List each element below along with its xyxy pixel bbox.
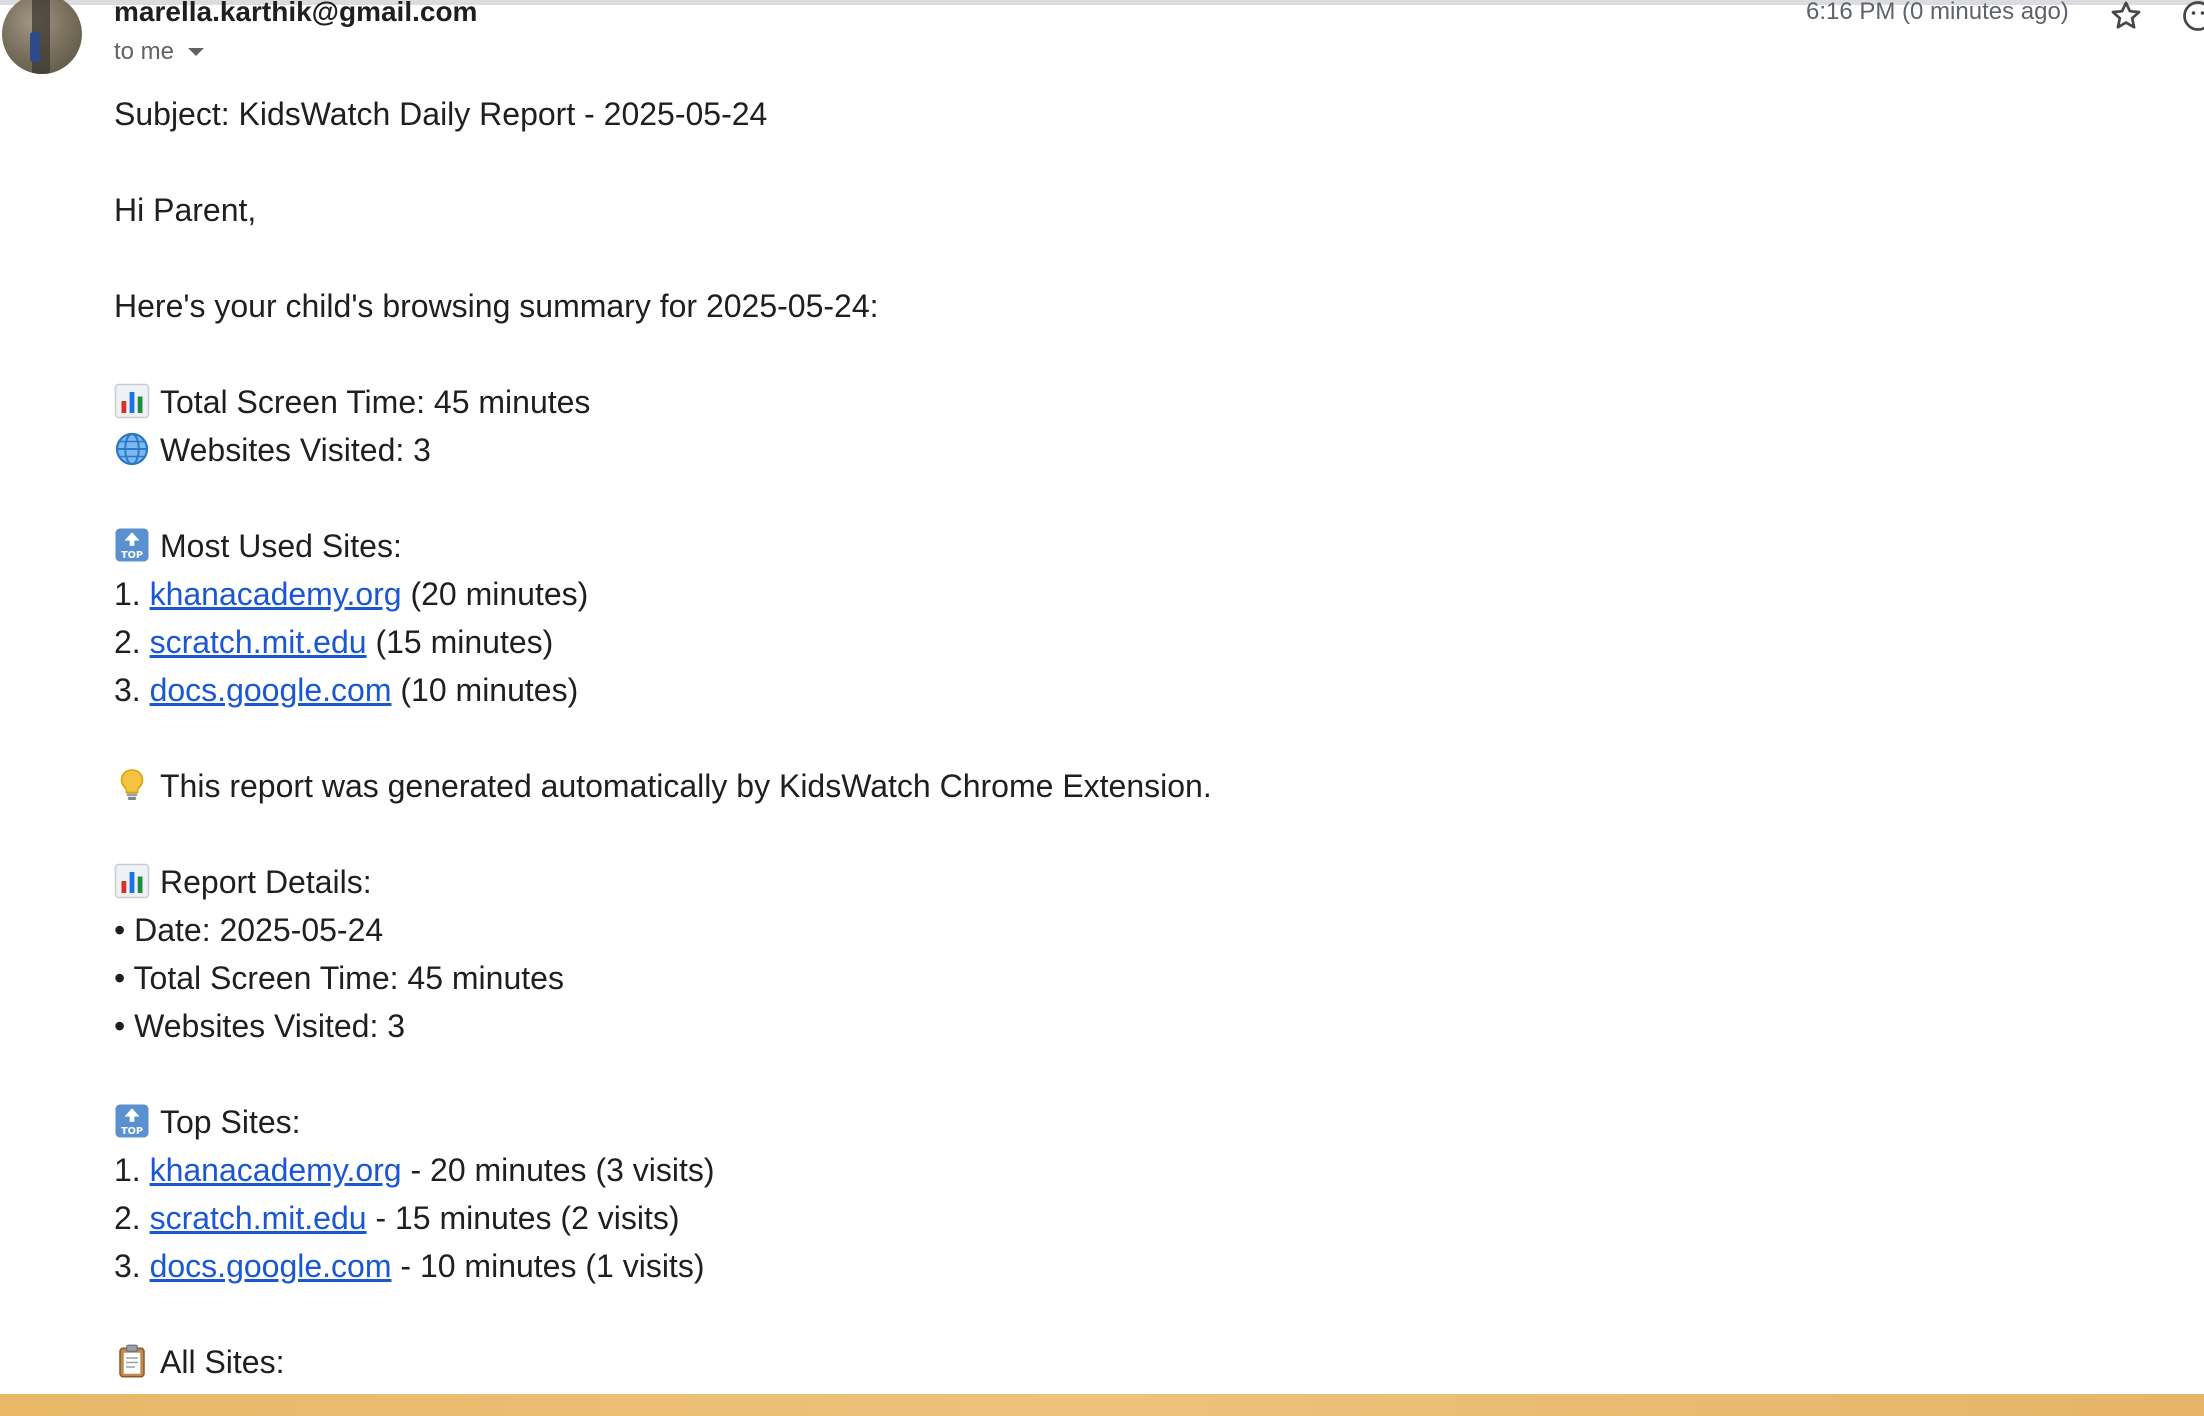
most-used-heading-line: TOP Most Used Sites: [114, 522, 2164, 570]
all-sites-heading-line: All Sites: [114, 1338, 2164, 1386]
most-used-heading: Most Used Sites: [160, 528, 402, 564]
avatar-photo-person [30, 32, 40, 62]
subject-line: Subject: KidsWatch Daily Report - 2025-0… [114, 96, 768, 132]
caret-down-icon [188, 48, 205, 56]
details-item: • Date: 2025-05-24 [114, 912, 384, 948]
email-body: Subject: KidsWatch Daily Report - 2025-0… [114, 90, 2164, 1386]
clipboard-icon [119, 1344, 145, 1378]
svg-text:TOP: TOP [121, 1126, 143, 1137]
site-visit-detail: - 20 minutes (3 visits) [410, 1152, 715, 1188]
top-sites-item: 2. scratch.mit.edu - 15 minutes (2 visit… [114, 1194, 2164, 1242]
site-link-scratch[interactable]: scratch.mit.edu [150, 624, 367, 660]
site-link-scratch[interactable]: scratch.mit.edu [150, 1200, 367, 1236]
list-number: 2. [114, 1200, 141, 1236]
details-item: • Websites Visited: 3 [114, 1008, 406, 1044]
greeting: Hi Parent, [114, 192, 257, 228]
top-sites-item: 3. docs.google.com - 10 minutes (1 visit… [114, 1242, 2164, 1290]
recipient-details-toggle[interactable]: to me [114, 38, 205, 66]
most-used-item: 1. khanacademy.org (20 minutes) [114, 570, 2164, 618]
intro-text: Here's your child's browsing summary for… [114, 288, 879, 324]
site-duration: (15 minutes) [375, 624, 554, 660]
all-sites-heading: All Sites: [160, 1344, 285, 1380]
list-number: 2. [114, 624, 141, 660]
globe-icon [115, 432, 149, 466]
svg-text:TOP: TOP [121, 550, 143, 561]
most-used-item: 2. scratch.mit.edu (15 minutes) [114, 618, 2164, 666]
most-used-item: 3. docs.google.com (10 minutes) [114, 666, 2164, 714]
recipient-label: to me [114, 38, 175, 65]
message-timestamp: 6:16 PM (0 minutes ago) [1806, 0, 2069, 25]
site-visit-detail: - 10 minutes (1 visits) [400, 1248, 705, 1284]
details-heading: Report Details: [160, 864, 372, 900]
details-heading-line: Report Details: [114, 858, 2164, 906]
footer-note-text: This report was generated automatically … [160, 768, 1212, 804]
bottom-status-bar [0, 1394, 2204, 1416]
sender-avatar[interactable] [2, 0, 82, 74]
details-item: • Total Screen Time: 45 minutes [114, 960, 564, 996]
site-link-docs-google[interactable]: docs.google.com [150, 672, 392, 708]
top-sites-item: 1. khanacademy.org - 20 minutes (3 visit… [114, 1146, 2164, 1194]
sender-email[interactable]: marella.karthik@gmail.com [114, 0, 477, 28]
bar-chart-icon [114, 383, 150, 419]
bar-chart-icon [114, 863, 150, 899]
emoji-reaction-icon[interactable] [2180, 0, 2204, 34]
site-link-docs-google[interactable]: docs.google.com [150, 1248, 392, 1284]
top-arrow-icon: TOP [115, 1104, 149, 1138]
websites-visited-line: Websites Visited: 3 [114, 426, 2164, 474]
site-duration: (20 minutes) [410, 576, 589, 612]
site-link-khanacademy[interactable]: khanacademy.org [150, 1152, 402, 1188]
site-visit-detail: - 15 minutes (2 visits) [375, 1200, 680, 1236]
list-number: 1. [114, 576, 141, 612]
footer-note-line: This report was generated automatically … [114, 762, 2164, 810]
list-number: 3. [114, 672, 141, 708]
list-number: 1. [114, 1152, 141, 1188]
star-icon[interactable] [2108, 0, 2144, 34]
screen-time-line: Total Screen Time: 45 minutes [114, 378, 2164, 426]
list-number: 3. [114, 1248, 141, 1284]
site-link-khanacademy[interactable]: khanacademy.org [150, 576, 402, 612]
site-duration: (10 minutes) [400, 672, 579, 708]
light-bulb-icon [120, 769, 144, 800]
websites-visited-text: Websites Visited: 3 [160, 432, 431, 468]
screen-time-text: Total Screen Time: 45 minutes [160, 384, 591, 420]
top-sites-heading-line: TOP Top Sites: [114, 1098, 2164, 1146]
top-arrow-icon: TOP [115, 528, 149, 562]
top-sites-heading: Top Sites: [160, 1104, 301, 1140]
